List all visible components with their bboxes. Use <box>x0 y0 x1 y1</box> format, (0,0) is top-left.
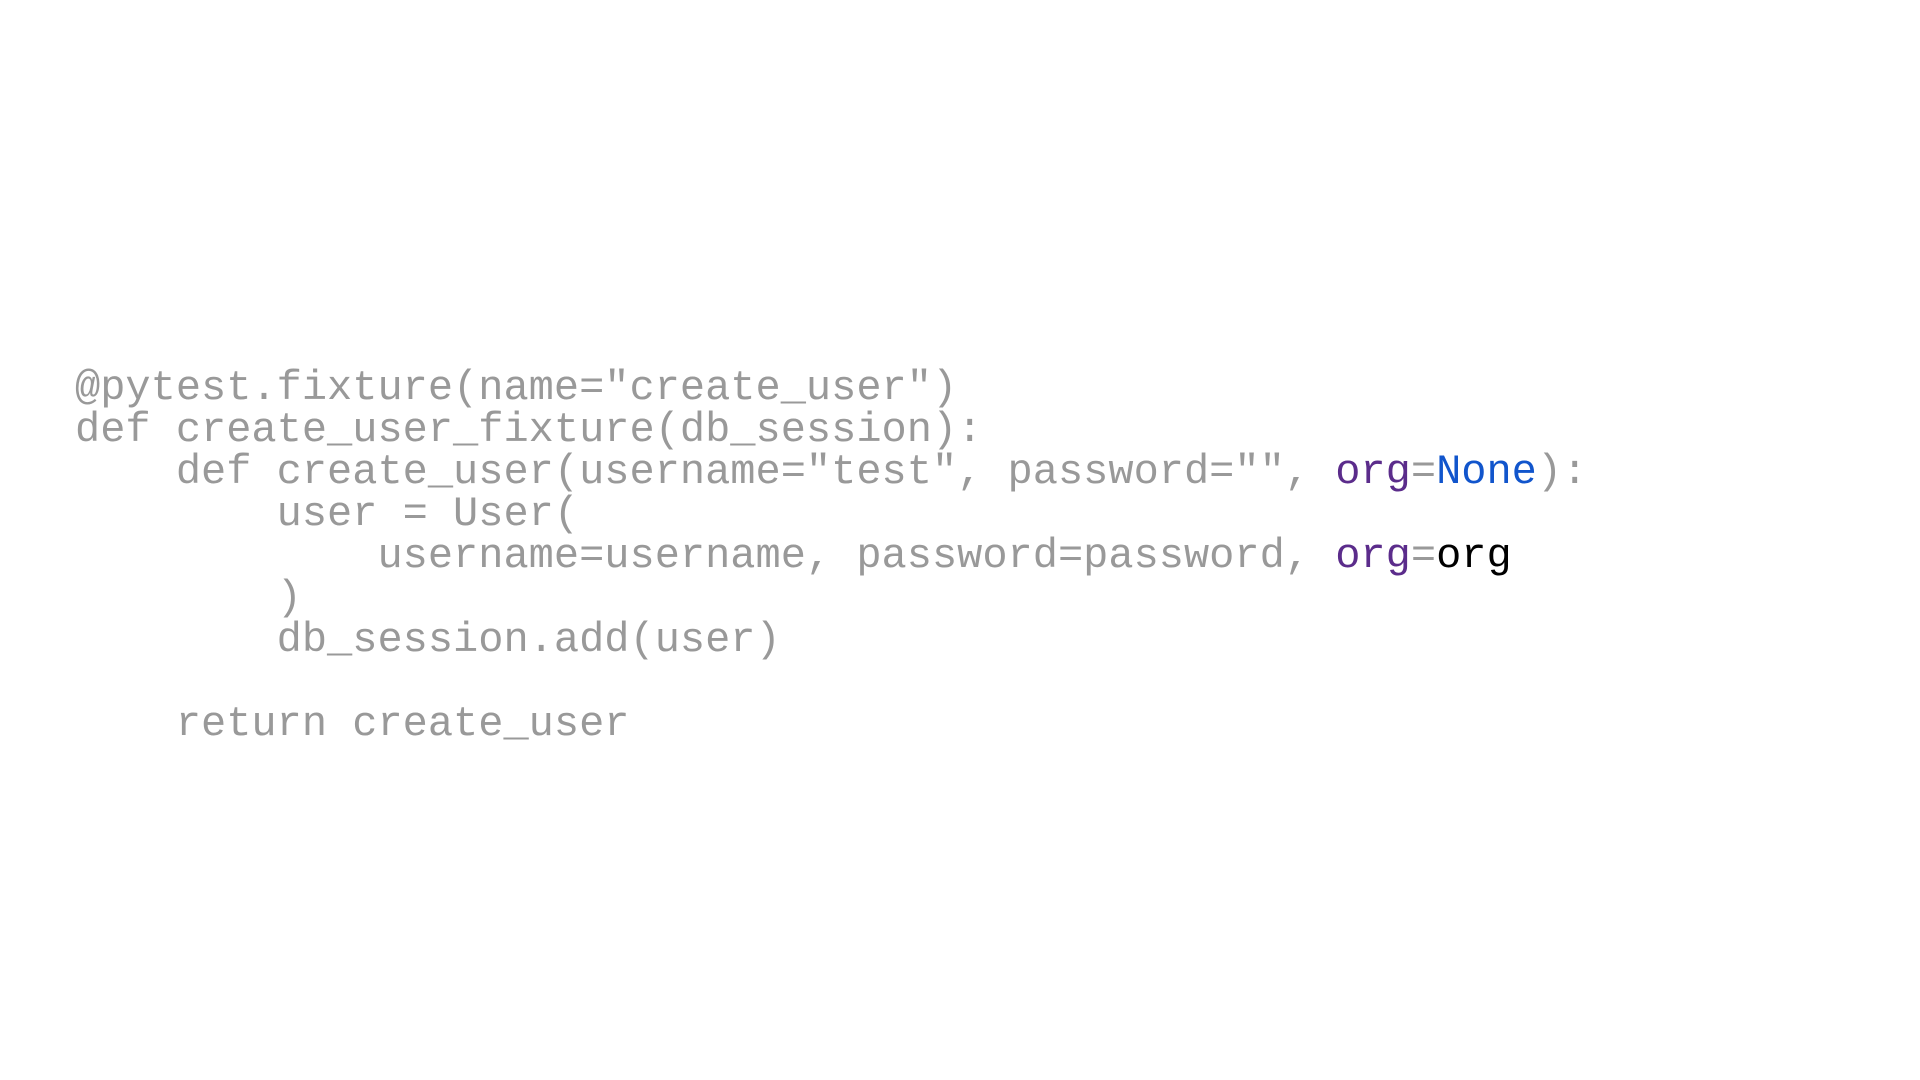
code-line-3: def create_user(username="test", passwor… <box>75 448 1587 496</box>
code-block: @pytest.fixture(name="create_user") def … <box>75 325 1587 745</box>
code-line-2: def create_user_fixture(db_session): <box>75 406 982 454</box>
code-line-5: username=username, password=password, or… <box>75 532 1512 580</box>
code-line-4: user = User( <box>75 490 579 538</box>
code-line-1: @pytest.fixture(name="create_user") <box>75 364 957 412</box>
code-line-7: db_session.add(user) <box>75 616 781 664</box>
code-line-9: return create_user <box>75 700 630 748</box>
code-line-6: ) <box>75 574 302 622</box>
